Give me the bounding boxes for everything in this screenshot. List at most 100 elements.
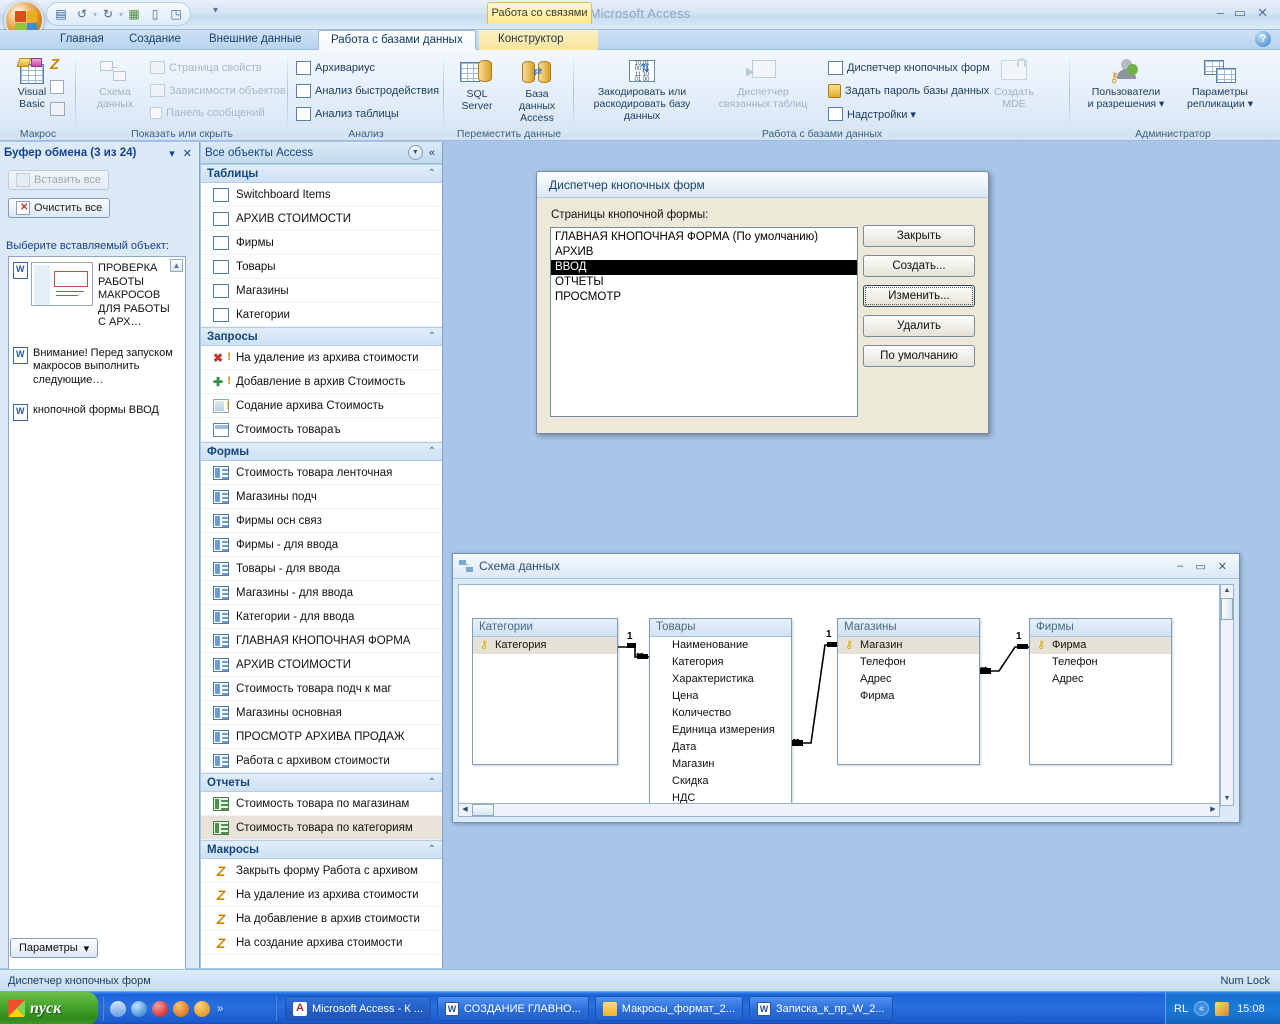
nav-item-form-9[interactable]: Стоимость товара подч к маг bbox=[201, 677, 442, 701]
relationships-schema-button[interactable]: Схема данных bbox=[86, 60, 144, 110]
users-and-permissions-button[interactable]: ⚷ Пользователи и разрешения ▾ bbox=[1080, 58, 1172, 110]
tab-konstruktor[interactable]: Конструктор bbox=[486, 30, 576, 50]
tray-expand-icon[interactable]: « bbox=[1194, 1001, 1210, 1016]
close-icon[interactable]: ✕ bbox=[1212, 560, 1233, 573]
nav-item-magaziny-table[interactable]: Магазины bbox=[201, 279, 442, 303]
internet-explorer-icon[interactable] bbox=[131, 1000, 147, 1017]
nav-item-form-12[interactable]: Работа с архивом стоимости bbox=[201, 749, 442, 773]
nav-item-form-1[interactable]: Магазины подч bbox=[201, 485, 442, 509]
tab-sozdanie[interactable]: Создание bbox=[117, 30, 193, 50]
minimize-icon[interactable]: ‒ bbox=[1171, 560, 1189, 572]
nav-item-form-3[interactable]: Фирмы - для ввода bbox=[201, 533, 442, 557]
nav-group-makrosy[interactable]: Макросы ⌃ bbox=[201, 840, 442, 859]
close-icon[interactable]: ✕ bbox=[179, 147, 196, 160]
nav-item-select-query[interactable]: Стоимость товараъ bbox=[201, 418, 442, 442]
chevron-down-icon[interactable]: ▼ bbox=[407, 145, 423, 160]
scroll-up-icon[interactable]: ▲ bbox=[1221, 585, 1233, 597]
language-indicator[interactable]: RL bbox=[1174, 1003, 1188, 1015]
table-analyzer-button[interactable]: Анализ таблицы bbox=[296, 107, 399, 121]
list-item[interactable]: АРХИВ bbox=[551, 245, 857, 260]
tab-glavnaya[interactable]: Главная bbox=[48, 30, 116, 50]
minimize-icon[interactable]: ‒ bbox=[1217, 5, 1224, 20]
chevron-up-icon[interactable]: ⌃ bbox=[428, 446, 436, 457]
set-database-password-button[interactable]: Задать пароль базы данных bbox=[828, 84, 989, 98]
taskbar-item-access[interactable]: A Microsoft Access - К ... bbox=[285, 996, 431, 1021]
performance-analyzer-button[interactable]: Анализ быстродействия bbox=[296, 84, 439, 98]
make-mde-button[interactable]: Создать MDE bbox=[980, 58, 1048, 110]
clipboard-items-list[interactable]: ▲ ПРОВЕРКА РАБОТЫ МАКРОСОВ ДЛЯ РАБОТЫ С … bbox=[8, 256, 186, 1024]
chevron-up-icon[interactable]: ⌃ bbox=[428, 777, 436, 788]
access-database-button[interactable]: ⇄ База данных Access bbox=[506, 58, 568, 124]
nav-item-macro-0[interactable]: Z Закрыть форму Работа с архивом bbox=[201, 859, 442, 883]
nav-item-make-table-query[interactable]: ! Содание архива Стоимость bbox=[201, 394, 442, 418]
switchboard-pages-list[interactable]: ГЛАВНАЯ КНОПОЧНАЯ ФОРМА (По умолчанию) А… bbox=[550, 227, 858, 417]
tab-vneshnie-dannye[interactable]: Внешние данные bbox=[197, 30, 313, 50]
table-box-tovary[interactable]: Товары Наименование Категория Характерис… bbox=[649, 618, 792, 805]
taskbar-item-word-sozdanie[interactable]: W СОЗДАНИЕ ГЛАВНО... bbox=[436, 996, 589, 1021]
table-box-kategorii[interactable]: Категории Категория bbox=[472, 618, 618, 765]
scroll-left-icon[interactable]: ◀ bbox=[459, 804, 471, 816]
archivarius-button[interactable]: Архивариус bbox=[296, 61, 375, 75]
scrollbar-thumb[interactable] bbox=[1221, 598, 1233, 620]
nav-item-form-2[interactable]: Фирмы осн связ bbox=[201, 509, 442, 533]
nav-item-form-4[interactable]: Товары - для ввода bbox=[201, 557, 442, 581]
scroll-down-icon[interactable]: ▼ bbox=[1221, 793, 1233, 805]
nav-item-report-0[interactable]: Стоимость товара по магазинам bbox=[201, 792, 442, 816]
nav-item-macro-1[interactable]: Z На удаление из архива стоимости bbox=[201, 883, 442, 907]
tab-rabota-s-bazami-dannyh[interactable]: Работа с базами данных bbox=[318, 30, 476, 50]
chevron-up-icon[interactable]: ⌃ bbox=[428, 168, 436, 179]
close-button[interactable]: Закрыть bbox=[863, 225, 975, 247]
property-sheet-button[interactable]: Страница свойств bbox=[150, 61, 262, 74]
list-item[interactable]: кнопочной формы ВВОД bbox=[9, 392, 185, 426]
relationships-canvas[interactable]: 1 ∞ 1 ∞ 1 ∞ Категории Категория Товары Н… bbox=[458, 584, 1220, 806]
nav-item-form-7[interactable]: ГЛАВНАЯ КНОПОЧНАЯ ФОРМА bbox=[201, 629, 442, 653]
list-item-selected[interactable]: ВВОД bbox=[551, 260, 857, 275]
nav-group-formy[interactable]: Формы ⌃ bbox=[201, 442, 442, 461]
relationships-vertical-scrollbar[interactable]: ▲ ▼ bbox=[1220, 584, 1234, 806]
nav-item-form-11[interactable]: ПРОСМОТР АРХИВА ПРОДАЖ bbox=[201, 725, 442, 749]
add-ins-button[interactable]: Надстройки ▾ bbox=[828, 107, 916, 121]
scroll-right-icon[interactable]: ▶ bbox=[1207, 804, 1219, 816]
close-icon[interactable]: ✕ bbox=[1257, 5, 1268, 21]
nav-group-tablitsy[interactable]: Таблицы ⌃ bbox=[201, 164, 442, 183]
firefox-icon[interactable] bbox=[173, 1000, 189, 1017]
nav-item-macro-2[interactable]: Z На добавление в архив стоимости bbox=[201, 907, 442, 931]
collapse-pane-icon[interactable]: « bbox=[423, 147, 438, 159]
show-desktop-icon[interactable] bbox=[110, 1000, 126, 1017]
taskbar-item-folder-makrosy[interactable]: Макросы_формат_2... bbox=[594, 996, 743, 1021]
table-box-firmy[interactable]: Фирмы Фирма Телефон Адрес bbox=[1029, 618, 1172, 765]
media-player-icon[interactable] bbox=[194, 1000, 210, 1017]
help-icon[interactable]: ? bbox=[1255, 31, 1271, 47]
tray-application-icon[interactable] bbox=[1215, 1001, 1230, 1016]
nav-item-tovary-table[interactable]: Товары bbox=[201, 255, 442, 279]
quick-launch-overflow-icon[interactable]: » bbox=[217, 1003, 223, 1015]
clipboard-options-button[interactable]: Параметры ▾ bbox=[10, 938, 99, 958]
nav-item-arhiv-stoimosti-table[interactable]: АРХИВ СТОИМОСТИ bbox=[201, 207, 442, 231]
nav-item-form-0[interactable]: Стоимость товара ленточная bbox=[201, 461, 442, 485]
visual-basic-button[interactable]: Visual Basic bbox=[9, 56, 55, 110]
nav-group-zaprosy[interactable]: Запросы ⌃ bbox=[201, 327, 442, 346]
nav-item-kategorii-table[interactable]: Категории bbox=[201, 303, 442, 327]
nav-item-firmy-table[interactable]: Фирмы bbox=[201, 231, 442, 255]
paste-all-button[interactable]: Вставить все bbox=[8, 170, 110, 190]
taskbar-item-word-zapiska[interactable]: W Записка_к_пр_W_2... bbox=[748, 996, 893, 1021]
nav-item-form-5[interactable]: Магазины - для ввода bbox=[201, 581, 442, 605]
relationships-horizontal-scrollbar[interactable]: ◀ ▶ bbox=[458, 803, 1220, 817]
nav-item-report-1[interactable]: Стоимость товара по категориям bbox=[201, 816, 442, 840]
list-item[interactable]: ГЛАВНАЯ КНОПОЧНАЯ ФОРМА (По умолчанию) bbox=[551, 230, 857, 245]
linked-table-manager-button[interactable]: ▶ Диспетчер связанных таблиц bbox=[716, 58, 810, 110]
nav-item-form-10[interactable]: Магазины основная bbox=[201, 701, 442, 725]
switchboard-manager-button[interactable]: Диспетчер кнопочных форм bbox=[828, 61, 990, 75]
list-item[interactable]: Внимание! Перед запуском макросов выполн… bbox=[9, 335, 185, 393]
create-button[interactable]: Создать... bbox=[863, 255, 975, 277]
nav-item-delete-query[interactable]: ! На удаление из архива стоимости bbox=[201, 346, 442, 370]
list-item[interactable]: ОТЧЕТЫ bbox=[551, 275, 857, 290]
restore-icon[interactable]: ▭ bbox=[1189, 560, 1211, 573]
run-macro-icon[interactable]: Z bbox=[50, 56, 59, 73]
clock[interactable]: 15:08 bbox=[1237, 1003, 1265, 1015]
edit-button[interactable]: Изменить... bbox=[863, 285, 975, 307]
delete-button[interactable]: Удалить bbox=[863, 315, 975, 337]
opera-icon[interactable] bbox=[152, 1000, 168, 1017]
chevron-down-icon[interactable]: ▾ bbox=[165, 147, 179, 160]
nav-item-form-6[interactable]: Категории - для ввода bbox=[201, 605, 442, 629]
